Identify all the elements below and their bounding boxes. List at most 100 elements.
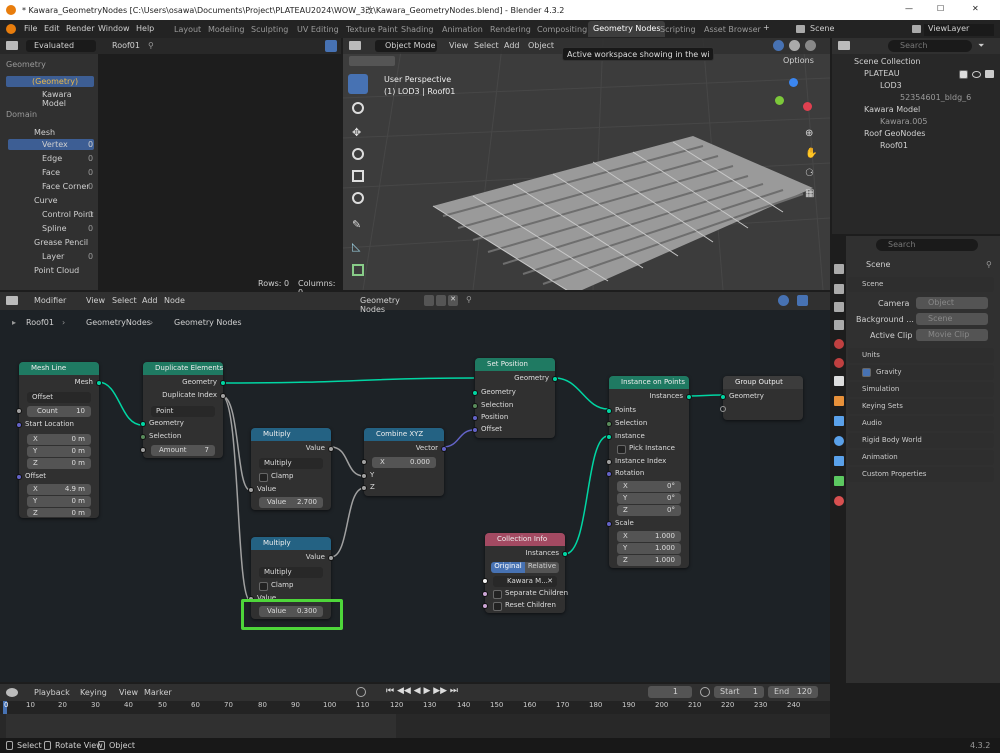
count-field[interactable]: Count 10 [27, 406, 91, 417]
playback-controls[interactable]: ⏮ ◀◀ ◀ ▶ ▶▶ ⏭ [386, 686, 458, 696]
dup-selection-socket[interactable] [140, 434, 146, 440]
collection-instances-out-socket[interactable] [562, 551, 568, 557]
multiply-2-out-socket[interactable] [328, 555, 334, 561]
iop-points-socket[interactable] [606, 408, 612, 414]
collection-tab-icon[interactable] [834, 376, 844, 386]
menu-render[interactable]: Render [66, 24, 94, 33]
axis-y-icon[interactable] [775, 96, 784, 105]
outliner-row-roof01[interactable]: Roof01 [840, 140, 996, 152]
outliner-row-lod3[interactable]: LOD3 [840, 80, 996, 92]
start-x-field[interactable]: X0 m [27, 434, 91, 445]
tab-animation[interactable]: Animation [442, 25, 483, 34]
scale-x-field[interactable]: X 1.000 [617, 531, 681, 542]
tab-texture-paint[interactable]: Texture Paint [346, 25, 398, 34]
scene-tab-icon[interactable] [834, 339, 844, 349]
reset-children[interactable]: Reset Children [491, 601, 559, 612]
separate-socket[interactable] [482, 591, 488, 597]
outliner-editor-icon[interactable] [838, 41, 850, 50]
amount-socket[interactable] [140, 447, 146, 453]
domain-face-corner[interactable]: Face Corner 0 [8, 181, 94, 192]
viewport-menu-select[interactable]: Select [474, 41, 499, 50]
dup-index-out-socket[interactable] [220, 393, 226, 399]
relative-toggle[interactable]: Relative [525, 562, 559, 573]
timeline-menu-view[interactable]: View [119, 688, 138, 697]
setpos-offset-socket[interactable] [472, 427, 478, 433]
timeline-menu-keying[interactable]: Keying [80, 688, 107, 697]
dup-geometry-in-socket[interactable] [140, 421, 146, 427]
dup-geometry-out-socket[interactable] [220, 380, 226, 386]
menu-help[interactable]: Help [136, 24, 154, 33]
properties-search-field[interactable]: Search [876, 239, 978, 251]
domain-vertex[interactable]: Vertex 0 [8, 139, 94, 150]
frame-end-field[interactable]: End 120 [768, 686, 818, 698]
ortho-grid-icon[interactable]: ▦ [805, 188, 814, 199]
tab-modeling[interactable]: Modeling [208, 25, 244, 34]
active-clip-field[interactable]: Movie Clip [916, 329, 988, 341]
node-combine-xyz[interactable]: Combine XYZ Vector X 0.000 Y Z [361, 428, 447, 496]
tree-item-geometry[interactable]: (Geometry) [6, 76, 94, 87]
mesh-output-socket[interactable] [96, 380, 102, 386]
render-tab-icon[interactable] [834, 284, 844, 294]
rotation-x-field[interactable]: X 0° [617, 481, 681, 492]
properties-pin-icon[interactable]: ⚲ [986, 260, 992, 269]
material-tab-icon[interactable] [834, 496, 844, 506]
minimize-button[interactable]: — [905, 4, 913, 13]
rotate-tool-icon[interactable] [352, 148, 364, 160]
iop-instances-out-socket[interactable] [686, 394, 692, 400]
camera-field[interactable]: Object [916, 297, 988, 309]
offset-z-field[interactable]: Z0 m [27, 508, 91, 517]
menu-file[interactable]: File [24, 24, 37, 33]
setpos-geometry-in-socket[interactable] [472, 390, 478, 396]
tab-compositing[interactable]: Compositing [537, 25, 587, 34]
offset-x-field[interactable]: X 4.9 m [27, 484, 91, 495]
timeline-menu-playback[interactable]: Playback [34, 688, 70, 697]
modifier-tab-icon[interactable] [834, 416, 844, 426]
animation-section[interactable]: Animation [848, 450, 994, 465]
domain-control-point[interactable]: Control Point 0 [8, 209, 94, 220]
outliner-row-bldg[interactable]: 52354601_bldg_6 [840, 92, 996, 104]
tab-scripting[interactable]: Scripting [660, 25, 696, 34]
clear-collection-icon[interactable]: ✕ [547, 577, 553, 585]
domain-face[interactable]: Face 0 [8, 167, 94, 178]
menu-window[interactable]: Window [98, 24, 130, 33]
pick-instance[interactable]: Pick Instance [615, 444, 683, 455]
outliner-row-scene-collection[interactable]: Scene Collection [840, 56, 996, 68]
group-output-empty-socket[interactable] [720, 406, 726, 412]
axis-z-icon[interactable] [789, 78, 798, 87]
node-mesh-line[interactable]: Mesh Line Mesh Offset Count 10 Start Loca… [16, 362, 102, 518]
offset-socket[interactable] [16, 474, 22, 480]
scene-section-header[interactable]: Scene [848, 277, 994, 292]
custom-properties-section[interactable]: Custom Properties [848, 467, 994, 482]
node-multiply-1[interactable]: Multiply Value Multiply Clamp Value Valu… [248, 428, 334, 510]
close-button[interactable]: ✕ [972, 4, 979, 13]
multiply-1-op-dropdown[interactable]: Multiply [259, 458, 323, 469]
node-collection-info[interactable]: Collection Info Instances Original Relat… [482, 533, 568, 613]
select-mode-icons[interactable] [349, 56, 395, 66]
view-layer-selector[interactable]: ViewLayer [924, 24, 994, 36]
iop-scale-socket[interactable] [606, 521, 612, 527]
node-group-output[interactable]: Group Output Geometry [720, 376, 803, 420]
multiply-2-clamp[interactable]: Clamp [257, 581, 325, 592]
cursor-tool-icon[interactable] [352, 102, 364, 114]
tab-sculpting[interactable]: Sculpting [251, 25, 288, 34]
outliner-filter-icon[interactable]: ⏷ [978, 41, 984, 51]
tool-tab-icon[interactable] [834, 264, 844, 274]
mode-dropdown[interactable]: Offset [27, 392, 91, 403]
add-workspace-button[interactable]: + [763, 23, 770, 32]
separate-children-checkbox[interactable] [493, 590, 502, 599]
multiply-1-clamp[interactable]: Clamp [257, 472, 325, 483]
current-frame-field[interactable]: 1 [648, 686, 692, 698]
offset-y-field[interactable]: Y0 m [27, 496, 91, 507]
iop-index-socket[interactable] [606, 459, 612, 465]
viewport-menu-object[interactable]: Object [528, 41, 554, 50]
node-set-position[interactable]: Set Position Geometry Geometry Selection… [472, 358, 558, 438]
setpos-position-socket[interactable] [472, 415, 478, 421]
tab-asset-browser[interactable]: Asset Browser [704, 25, 761, 34]
transform-tool-icon[interactable] [352, 192, 364, 204]
shading-material-icon[interactable] [789, 40, 800, 51]
evaluated-dropdown[interactable]: Evaluated [26, 40, 96, 52]
tree-item-kawara-model[interactable]: Kawara Model [42, 90, 98, 108]
domain-dropdown[interactable]: Point [151, 406, 215, 417]
multiply-1-in-socket[interactable] [248, 487, 254, 493]
group-output-geometry-socket[interactable] [720, 394, 726, 400]
